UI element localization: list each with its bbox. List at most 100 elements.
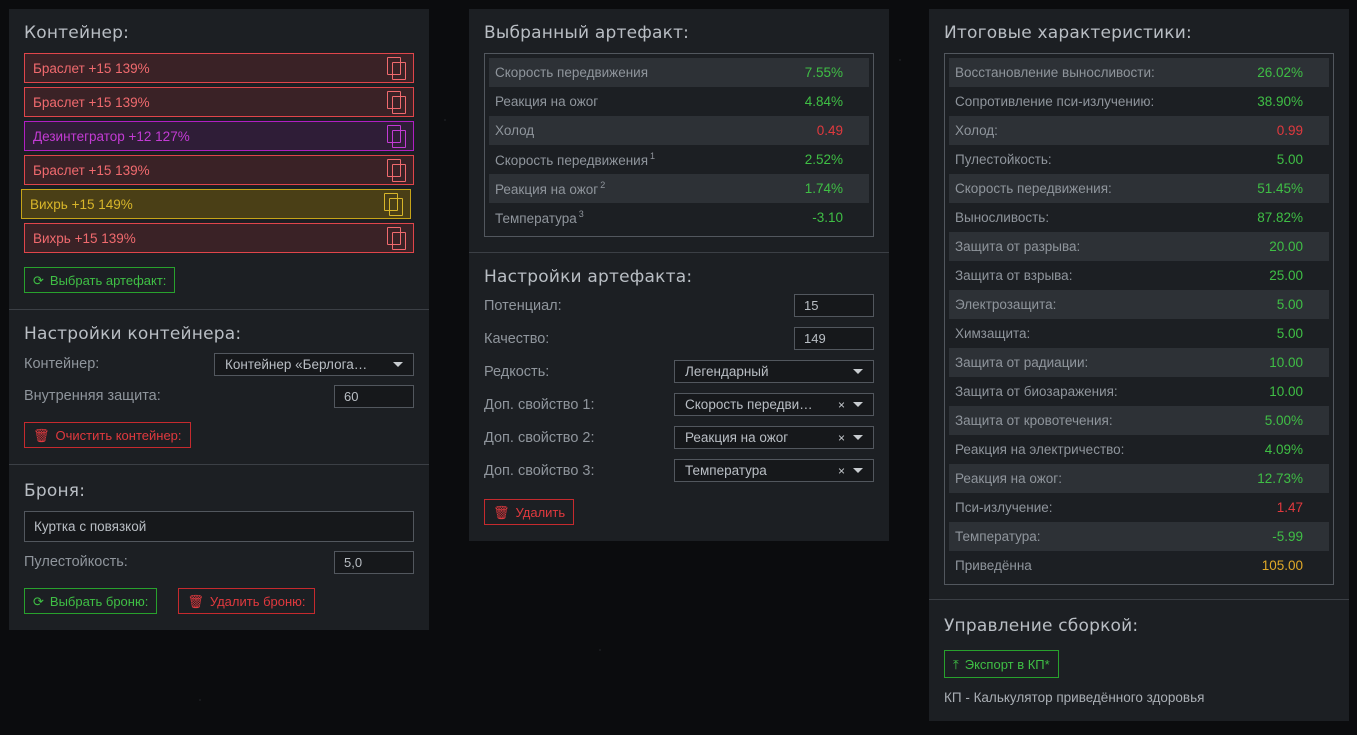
extra2-select[interactable]: Реакция на ожог × <box>674 426 874 449</box>
container-artifact-item[interactable]: Браслет +15 139% <box>24 155 414 185</box>
armor-name-field[interactable]: Куртка с повязкой <box>24 511 414 542</box>
stat-row: Скорость передвижения: 51.45% <box>949 174 1329 203</box>
potential-input[interactable]: 15 <box>794 294 874 317</box>
stat-row: Выносливость: 87.82% <box>949 203 1329 232</box>
extra3-select-value: Температура <box>685 463 767 478</box>
totals-title: Итоговые характеристики: <box>944 23 1192 43</box>
stat-label-text: Пси-излучение: <box>955 500 1053 515</box>
middle-column: Выбранный артефакт: Скорость передвижени… <box>469 9 889 541</box>
armor-panel: Броня: Куртка с повязкой Пулестойкость: … <box>9 464 429 630</box>
inner-protection-row: Внутренняя защита: 60 <box>24 380 414 412</box>
armor-bullet-input[interactable]: 5,0 <box>334 550 414 574</box>
stat-value: 5.00 <box>1276 297 1303 312</box>
stat-row: Пси-излучение: 1.47 <box>949 493 1329 522</box>
rarity-select[interactable]: Легендарный <box>674 360 874 383</box>
stat-value: 7.55% <box>804 65 843 80</box>
rarity-row: Редкость: Легендарный <box>484 355 874 388</box>
stat-label: Холод: <box>955 123 998 138</box>
chevron-down-icon <box>853 468 863 473</box>
stat-label-text: Реакция на ожог <box>495 94 599 109</box>
potential-row: Потенциал: 15 <box>484 289 874 322</box>
container-artifact-item[interactable]: Браслет +15 139% <box>24 53 414 83</box>
stat-value: 0.99 <box>1276 123 1303 138</box>
refresh-icon: ⟳ <box>33 593 44 609</box>
stat-label: Защита от биозаражения: <box>955 384 1118 399</box>
artifact-item-label: Браслет +15 139% <box>33 162 150 178</box>
build-note: КП - Калькулятор приведённого здоровья <box>944 690 1205 705</box>
artifact-item-label: Вихрь +15 139% <box>33 230 136 246</box>
stat-label-text: Химзащита: <box>955 326 1031 341</box>
artifact-item-label: Браслет +15 139% <box>33 60 150 76</box>
clear-icon[interactable]: × <box>838 431 845 445</box>
stat-label: Холод <box>495 123 534 138</box>
delete-armor-button[interactable]: 🗑 Удалить броню: <box>178 588 315 614</box>
container-artifact-item[interactable]: Дезинтегратор +12 127% <box>24 121 414 151</box>
trash-icon: 🗑 <box>187 593 204 609</box>
stat-value: 51.45% <box>1257 181 1303 196</box>
stat-label-text: Скорость передвижения <box>495 65 649 80</box>
stat-label: Скорость передвижения <box>495 65 648 80</box>
copy-icon[interactable] <box>387 91 406 114</box>
container-artifact-item[interactable]: Вихрь +15 149% <box>21 189 411 219</box>
stat-label: Реакция на ожог: <box>955 471 1062 486</box>
stat-label: Защита от взрыва: <box>955 268 1072 283</box>
export-button[interactable]: ⤒ Экспорт в КП* <box>944 650 1059 678</box>
stat-label: Сопротивление пси-излучению: <box>955 94 1154 109</box>
artifact-item-label: Вихрь +15 149% <box>30 196 133 212</box>
extra3-label: Доп. свойство 3: <box>484 462 595 479</box>
select-armor-button[interactable]: ⟳ Выбрать броню: <box>24 588 158 614</box>
stat-value: -5.99 <box>1272 529 1303 544</box>
stat-label: Пси-излучение: <box>955 500 1053 515</box>
copy-icon[interactable] <box>387 159 406 182</box>
armor-bullet-label: Пулестойкость: <box>24 554 128 570</box>
delete-artifact-button[interactable]: 🗑 Удалить <box>484 499 575 525</box>
extra1-select[interactable]: Скорость передви… × <box>674 393 874 416</box>
stat-row: Скорость передвижения 1 2.52% <box>489 145 869 174</box>
delete-artifact-label: Удалить <box>515 504 566 520</box>
stat-row: Восстановление выносливости: 26.02% <box>949 58 1329 87</box>
clear-icon[interactable]: × <box>838 398 845 412</box>
copy-icon[interactable] <box>387 125 406 148</box>
trash-icon: 🗑 <box>493 504 510 520</box>
stat-footnote: 1 <box>650 151 656 161</box>
inner-protection-input[interactable]: 60 <box>334 384 414 408</box>
stat-value: 25.00 <box>1269 268 1303 283</box>
container-artifact-item[interactable]: Вихрь +15 139% <box>24 223 414 253</box>
stat-label: Реакция на ожог 2 <box>495 180 605 197</box>
copy-icon[interactable] <box>384 193 403 216</box>
copy-icon[interactable] <box>387 227 406 250</box>
stat-row: Холод 0.49 <box>489 116 869 145</box>
stat-label-text: Выносливость: <box>955 210 1050 225</box>
stat-row: Химзащита: 5.00 <box>949 319 1329 348</box>
container-artifact-item[interactable]: Браслет +15 139% <box>24 87 414 117</box>
stat-label: Защита от радиации: <box>955 355 1088 370</box>
stat-value: 87.82% <box>1257 210 1303 225</box>
stat-value: 12.73% <box>1257 471 1303 486</box>
stat-label: Температура 3 <box>495 209 584 226</box>
clear-icon[interactable]: × <box>838 464 845 478</box>
quality-input[interactable]: 149 <box>794 327 874 350</box>
selected-artifact-stats: Скорость передвижения 7.55% Реакция на ожо… <box>484 53 874 237</box>
extra1-label: Доп. свойство 1: <box>484 396 595 413</box>
export-label: Экспорт в КП* <box>964 656 1050 672</box>
totals-stats: Восстановление выносливости: 26.02% Сопрот… <box>944 53 1334 585</box>
container-settings-title: Настройки контейнера: <box>24 324 242 344</box>
armor-title: Броня: <box>24 481 86 501</box>
stat-value: 5.00% <box>1264 413 1303 428</box>
clear-container-button[interactable]: 🗑 Очистить контейнер: <box>24 422 191 448</box>
stat-row: Реакция на электричество: 4.09% <box>949 435 1329 464</box>
stat-value: 38.90% <box>1257 94 1303 109</box>
artifact-item-label: Дезинтегратор +12 127% <box>33 128 190 144</box>
stat-label-text: Защита от разрыва: <box>955 239 1081 254</box>
extra3-row: Доп. свойство 3: Температура × <box>484 454 874 487</box>
stat-label-text: Защита от кровотечения: <box>955 413 1113 428</box>
select-artifact-button[interactable]: ⟳ Выбрать артефакт: <box>24 267 176 293</box>
copy-icon[interactable] <box>387 57 406 80</box>
container-select[interactable]: Контейнер «Берлога… <box>214 352 414 376</box>
container-settings-panel: Настройки контейнера: Контейнер: Контейн… <box>9 309 429 464</box>
build-title: Управление сборкой: <box>944 616 1139 636</box>
refresh-icon: ⟳ <box>33 272 44 288</box>
extra3-select[interactable]: Температура × <box>674 459 874 482</box>
stat-value: 20.00 <box>1269 239 1303 254</box>
extra1-row: Доп. свойство 1: Скорость передви… × <box>484 388 874 421</box>
